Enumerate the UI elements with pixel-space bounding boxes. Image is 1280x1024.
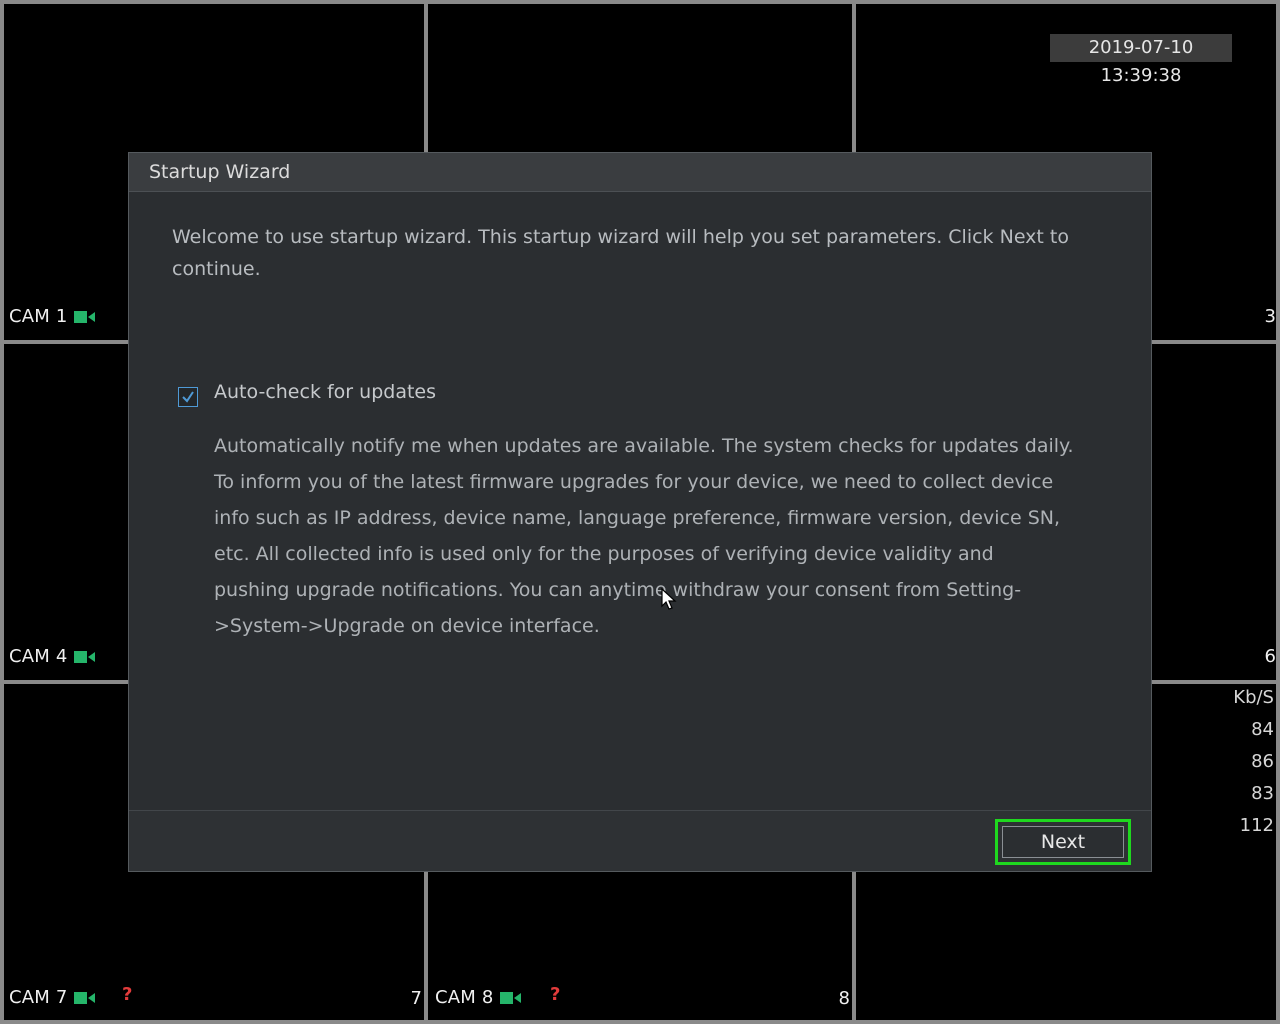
mouse-cursor-icon: [661, 588, 677, 610]
warning-question-icon: ?: [550, 984, 561, 1005]
camera-label-8: CAM 8: [435, 987, 522, 1008]
record-camera-icon: [499, 991, 522, 1005]
camera-label-4: CAM 4: [9, 646, 96, 667]
record-camera-icon: [73, 310, 96, 324]
channel-number-6: 6: [1264, 646, 1276, 667]
bitrate-value-3: 83: [1251, 783, 1274, 804]
dialog-footer: Next: [129, 810, 1151, 871]
welcome-text: Welcome to use startup wizard. This star…: [172, 226, 1069, 280]
camera-name: CAM 1: [9, 306, 68, 327]
record-camera-icon: [73, 991, 96, 1005]
camera-label-7: CAM 7: [9, 987, 96, 1008]
camera-name: CAM 7: [9, 987, 68, 1008]
camera-name: CAM 8: [435, 987, 494, 1008]
auto-check-description: Automatically notify me when updates are…: [214, 435, 1074, 637]
channel-number-7: 7: [410, 988, 422, 1009]
bitrate-header: Kb/S: [1233, 687, 1274, 708]
channel-number-8: 8: [838, 988, 850, 1009]
next-button-highlight: Next: [995, 819, 1131, 865]
camera-name: CAM 4: [9, 646, 68, 667]
next-button[interactable]: Next: [1002, 826, 1124, 858]
camera-label-1: CAM 1: [9, 306, 96, 327]
dialog-title: Startup Wizard: [129, 153, 1151, 192]
channel-number-3: 3: [1264, 306, 1276, 327]
auto-check-checkbox[interactable]: [178, 387, 198, 407]
bitrate-value-4: 112: [1239, 815, 1274, 836]
bitrate-value-2: 86: [1251, 751, 1274, 772]
record-camera-icon: [73, 650, 96, 664]
auto-check-label[interactable]: Auto-check for updates: [214, 381, 436, 403]
warning-question-icon: ?: [122, 984, 133, 1005]
bitrate-value-1: 84: [1251, 719, 1274, 740]
startup-wizard-dialog: Startup Wizard Welcome to use startup wi…: [128, 152, 1152, 872]
datetime-display: 2019-07-10 13:39:38: [1050, 34, 1232, 86]
checkmark-icon: [182, 391, 194, 403]
